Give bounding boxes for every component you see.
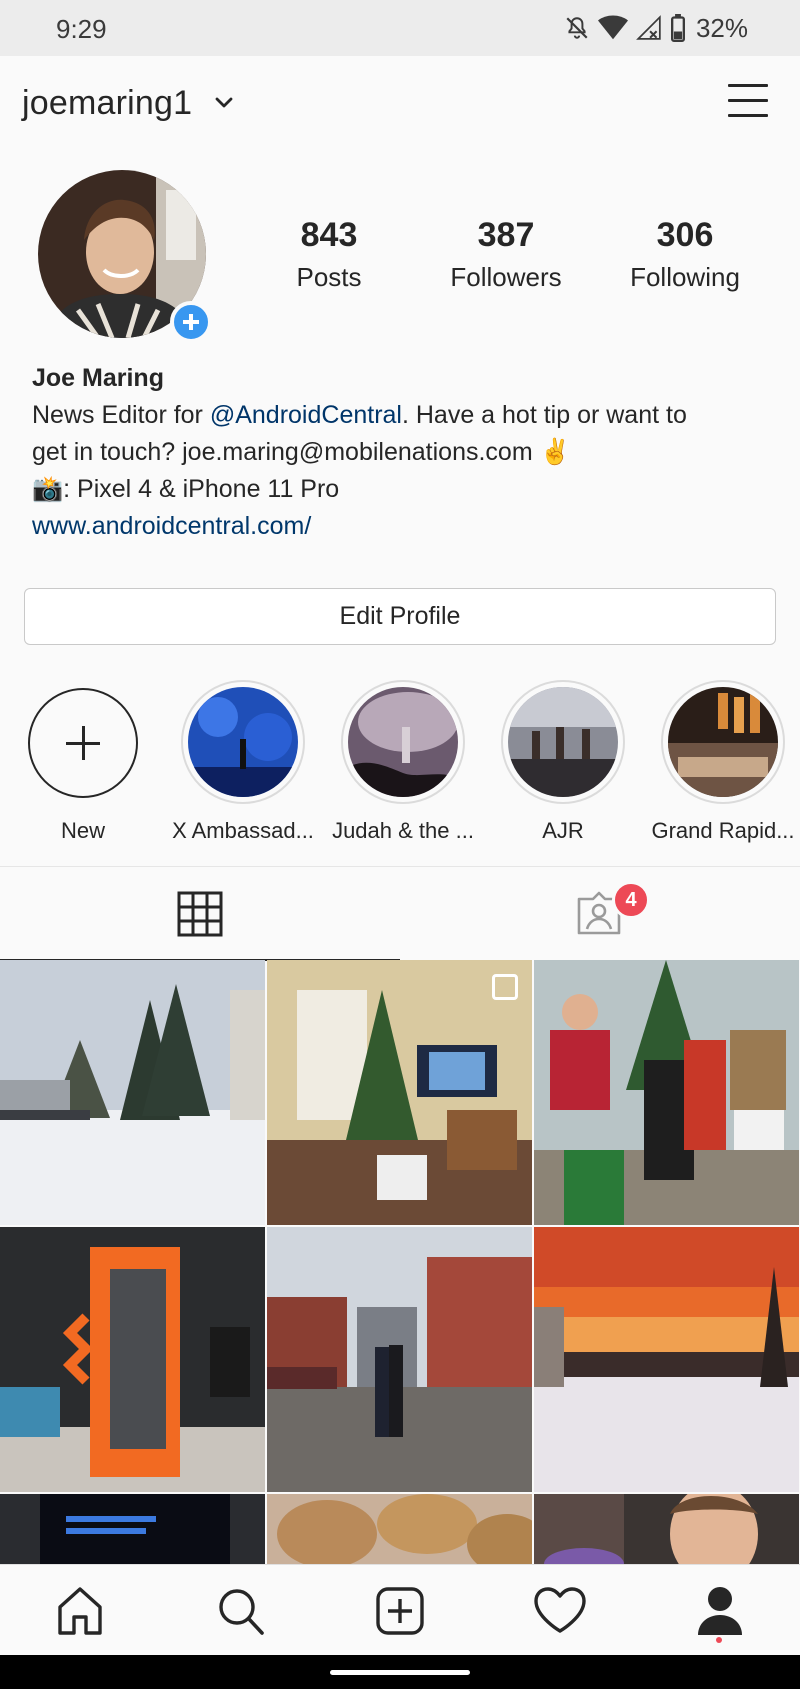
post-thumbnail[interactable] [267,1227,532,1492]
posts-grid [0,960,800,1564]
tagged-count-badge: 4 [612,881,650,919]
search-icon[interactable] [210,1583,270,1639]
posts-label: Posts [296,262,362,292]
followers-count: 387 [477,216,535,254]
bio-text: . Have a hot tip or want to [401,401,687,429]
add-story-plus-icon[interactable] [170,301,212,343]
profile-header: joemaring1 [0,56,800,146]
highlight-x-ambassadors[interactable]: X Ambassad... [168,680,318,844]
battery-percent: 32% [695,12,748,43]
post-thumbnail[interactable] [534,960,799,1225]
highlight-label: Grand Rapid... [651,818,795,843]
bio-line-3: 📸: Pixel 4 & iPhone 11 Pro [32,475,340,503]
highlight-label: AJR [542,818,584,843]
plus-icon [28,688,138,798]
post-thumbnail[interactable] [0,960,265,1225]
status-bar: 9:29 32% [0,0,800,56]
home-icon[interactable] [50,1583,110,1639]
grid-icon [177,891,223,937]
bio-line-1: News Editor for @AndroidCentral. Have a … [32,397,772,434]
highlight-grand-rapids[interactable]: Grand Rapid... [648,680,798,844]
edit-profile-button[interactable]: Edit Profile [24,588,776,645]
profile-tabs: 4 [0,866,800,961]
chevron-down-icon[interactable] [214,96,234,110]
highlight-label: New [60,818,105,843]
followers-label: Followers [450,262,562,292]
tab-posts-grid[interactable] [0,867,400,961]
stat-followers[interactable]: 387 Followers [431,214,581,293]
system-gesture-bar [0,1655,800,1689]
tab-tagged[interactable]: 4 [400,867,800,959]
bottom-navigation [0,1564,800,1655]
bio-line-2: get in touch? joe.maring@mobilenations.c… [32,438,571,466]
profile-icon[interactable] [690,1583,750,1639]
profile-bio: Joe Maring News Editor for @AndroidCentr… [32,360,772,545]
website-link[interactable]: www.androidcentral.com/ [32,508,772,545]
following-label: Following [630,262,740,292]
following-count: 306 [656,216,714,254]
display-name: Joe Maring [32,364,164,392]
multiple-photos-icon [492,974,518,1000]
status-time: 9:29 [56,14,107,44]
post-thumbnail[interactable] [534,1227,799,1492]
bio-mention-link[interactable]: @AndroidCentral [210,401,402,429]
account-switcher-username[interactable]: joemaring1 [22,84,192,123]
mute-notifications-icon [566,17,588,39]
new-post-icon[interactable] [370,1583,430,1639]
stat-posts[interactable]: 843 Posts [254,214,404,293]
signal-icon [636,15,661,40]
stat-following[interactable]: 306 Following [610,214,760,293]
highlight-ajr[interactable]: AJR [488,680,638,844]
post-thumbnail[interactable] [0,1227,265,1492]
activity-heart-icon[interactable] [530,1583,590,1639]
home-gesture-handle[interactable] [330,1670,470,1675]
highlight-label: Judah & the ... [332,818,474,843]
post-thumbnail[interactable] [267,1494,532,1564]
post-thumbnail[interactable] [534,1494,799,1564]
highlight-judah-the-lion[interactable]: Judah & the ... [328,680,478,844]
wifi-icon [597,15,628,40]
status-icons: 32% [564,12,748,44]
profile-activity-dot [716,1637,722,1643]
battery-icon [670,14,685,42]
hamburger-menu-icon[interactable] [728,82,770,118]
bio-text: News Editor for [32,401,210,429]
post-thumbnail[interactable] [267,960,532,1225]
highlight-new[interactable]: New [8,680,158,844]
post-thumbnail[interactable] [0,1494,265,1564]
highlight-label: X Ambassad... [172,818,314,843]
posts-count: 843 [300,216,358,254]
